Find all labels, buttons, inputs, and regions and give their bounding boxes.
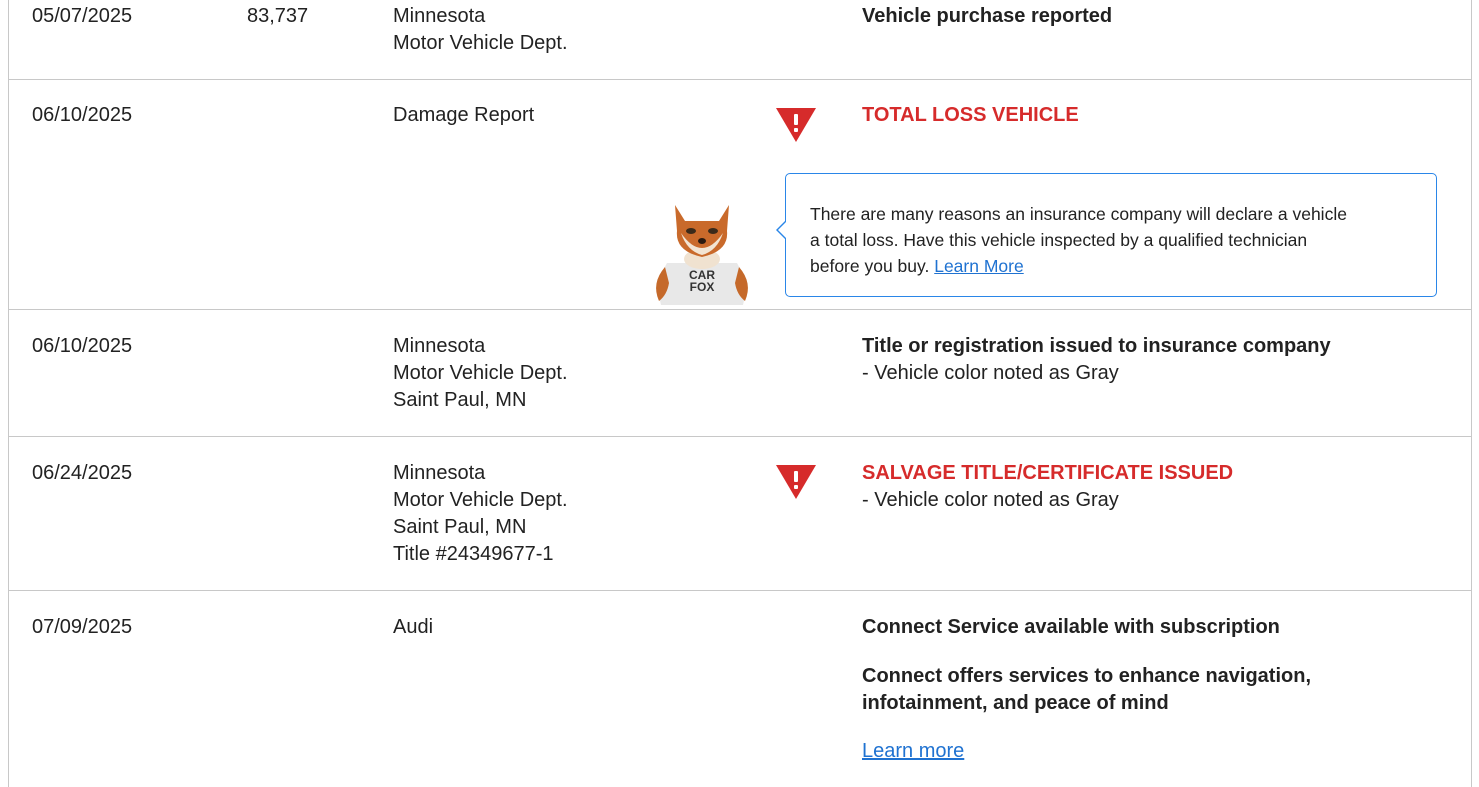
- vehicle-history-table: 05/07/2025 83,737 Minnesota Motor Vehicl…: [8, 0, 1472, 787]
- row-date: 06/10/2025: [32, 335, 133, 357]
- source-line: Minnesota: [393, 335, 486, 357]
- alert-title: SALVAGE TITLE/CERTIFICATE ISSUED: [862, 462, 1234, 484]
- tooltip-text-line: There are many reasons an insurance comp…: [810, 204, 1347, 224]
- row-date: 05/07/2025: [32, 5, 133, 27]
- row-comments: Title or registration issued to insuranc…: [862, 333, 1331, 387]
- row-comments: Connect Service available with subscript…: [862, 614, 1311, 765]
- warning-triangle-icon: [776, 465, 816, 499]
- tooltip-pointer-fill: [778, 221, 787, 239]
- comment-body-line: Connect offers services to enhance navig…: [862, 665, 1312, 687]
- source-line: Minnesota: [393, 5, 486, 27]
- comment-title: Vehicle purchase reported: [862, 5, 1113, 27]
- source-line: Saint Paul, MN: [393, 516, 527, 538]
- learn-more-link[interactable]: Learn more: [862, 738, 964, 765]
- source-line: Audi: [393, 616, 434, 638]
- row-comments: SALVAGE TITLE/CERTIFICATE ISSUED - Vehic…: [862, 460, 1233, 514]
- source-line: Damage Report: [393, 104, 535, 126]
- row-date: 06/24/2025: [32, 462, 133, 484]
- source-line: Saint Paul, MN: [393, 389, 527, 411]
- source-line: Motor Vehicle Dept.: [393, 489, 568, 511]
- comment-detail: - Vehicle color noted as Gray: [862, 489, 1119, 511]
- source-line: Title #24349677-1: [393, 543, 554, 565]
- comment-title: Title or registration issued to insuranc…: [862, 335, 1331, 357]
- row-source: Damage Report: [393, 102, 534, 129]
- source-line: Minnesota: [393, 462, 486, 484]
- history-row: 05/07/2025 83,737 Minnesota Motor Vehicl…: [9, 0, 1471, 79]
- row-source: Minnesota Motor Vehicle Dept. Saint Paul…: [393, 460, 568, 568]
- source-line: Motor Vehicle Dept.: [393, 362, 568, 384]
- tooltip-text-line: before you buy. Learn More: [810, 253, 1412, 279]
- row-date: 07/09/2025: [32, 616, 133, 638]
- row-source: Audi: [393, 614, 433, 641]
- warning-triangle-icon: [776, 108, 816, 142]
- mascot-shirt-text: FOX: [690, 280, 715, 294]
- comment-detail: - Vehicle color noted as Gray: [862, 362, 1119, 384]
- comment-body-line: infotainment, and peace of mind: [862, 692, 1169, 714]
- carfox-mascot-icon: CAR FOX: [656, 205, 748, 305]
- history-row: 06/24/2025 Minnesota Motor Vehicle Dept.…: [9, 437, 1471, 590]
- comment-title: Connect Service available with subscript…: [862, 616, 1280, 638]
- source-line: Motor Vehicle Dept.: [393, 32, 568, 54]
- history-row: 07/09/2025 Audi Connect Service availabl…: [9, 591, 1471, 787]
- total-loss-tooltip: There are many reasons an insurance comp…: [776, 173, 1437, 297]
- row-date: 06/10/2025: [32, 104, 133, 126]
- tooltip-learn-more-link[interactable]: Learn More: [934, 256, 1024, 276]
- row-source: Minnesota Motor Vehicle Dept.: [393, 3, 568, 57]
- tooltip-text-end: before you buy.: [810, 256, 930, 276]
- row-source: Minnesota Motor Vehicle Dept. Saint Paul…: [393, 333, 568, 414]
- row-mileage: 83,737: [247, 5, 309, 27]
- tooltip-text-line: a total loss. Have this vehicle inspecte…: [810, 230, 1308, 250]
- history-row: 06/10/2025 Minnesota Motor Vehicle Dept.…: [9, 310, 1471, 436]
- alert-title: TOTAL LOSS VEHICLE: [862, 104, 1079, 126]
